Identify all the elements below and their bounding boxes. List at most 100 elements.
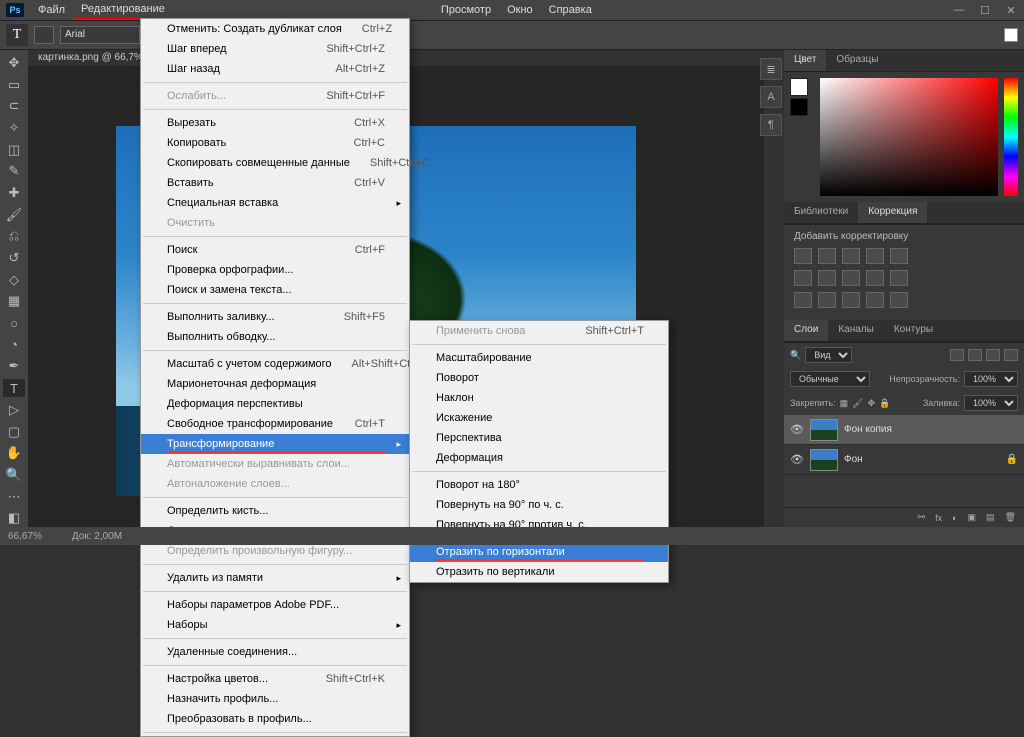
zoom-tool[interactable]: 🔍 (3, 466, 25, 484)
layer-filter-select[interactable]: Вид (805, 347, 852, 363)
menu-item[interactable]: Назначить профиль... (141, 689, 409, 709)
layer-name[interactable]: Фон (844, 454, 863, 465)
dock-para-icon[interactable]: ¶ (760, 114, 782, 136)
adj-threshold-icon[interactable] (842, 292, 860, 308)
menu-item[interactable]: Специальная вставка▸ (141, 193, 409, 213)
tab-swatches[interactable]: Образцы (826, 50, 888, 71)
adj-exposure-icon[interactable] (866, 248, 884, 264)
menu-item[interactable]: Наборы▸ (141, 615, 409, 635)
stamp-tool[interactable]: ⎌ (3, 228, 25, 246)
lasso-tool[interactable]: ⊂ (3, 97, 25, 115)
menu-item[interactable]: Масштаб с учетом содержимогоAlt+Shift+Ct… (141, 354, 409, 374)
adj-photo-icon[interactable] (842, 270, 860, 286)
tab-paths[interactable]: Контуры (884, 320, 943, 341)
dock-char-icon[interactable]: A (760, 86, 782, 108)
menu-item[interactable]: Отменить: Создать дубликат слояCtrl+Z (141, 19, 409, 39)
color-swatch[interactable] (1004, 28, 1018, 42)
menu-item[interactable]: Свободное трансформированиеCtrl+T (141, 414, 409, 434)
menu-item[interactable]: Трансформирование▸ (141, 434, 409, 454)
color-field[interactable] (820, 78, 998, 196)
menu-item[interactable]: Выполнить заливку...Shift+F5 (141, 307, 409, 327)
menu-item[interactable]: Скопировать совмещенные данныеShift+Ctrl… (141, 153, 409, 173)
layer-name[interactable]: Фон копия (844, 424, 892, 435)
visibility-icon[interactable]: 👁 (790, 423, 804, 436)
menu-item[interactable]: Поиск и замена текста... (141, 280, 409, 300)
menu-item[interactable]: Повернуть на 90° по ч. с. (410, 495, 668, 515)
filter-img-icon[interactable] (950, 349, 964, 361)
tab-color[interactable]: Цвет (784, 50, 826, 71)
menu-item[interactable]: Удаленные соединения... (141, 642, 409, 662)
menu-item[interactable]: Наборы параметров Adobe PDF... (141, 595, 409, 615)
font-family-select[interactable]: Arial (60, 26, 140, 44)
brush-tool[interactable]: 🖌 (3, 206, 25, 224)
fg-bg-swatch[interactable]: ◧ (3, 509, 25, 527)
edit-toolbar[interactable]: ⋯ (3, 488, 25, 506)
menu-item[interactable]: Отразить по вертикали (410, 562, 668, 582)
delete-layer-icon[interactable]: 🗑 (1005, 512, 1016, 523)
menu-item[interactable]: ВырезатьCtrl+X (141, 113, 409, 133)
tab-adjustments[interactable]: Коррекция (858, 202, 927, 223)
menu-item[interactable]: Перспектива (410, 428, 668, 448)
adj-poster-icon[interactable] (818, 292, 836, 308)
pen-tool[interactable]: ✒ (3, 358, 25, 376)
blur-tool[interactable]: ○ (3, 314, 25, 332)
adj-selective-icon[interactable] (890, 292, 908, 308)
mask-icon[interactable]: ◐ (952, 513, 957, 523)
menu-item[interactable]: Настройка цветов...Shift+Ctrl+K (141, 669, 409, 689)
adj-lookup-icon[interactable] (890, 270, 908, 286)
menu-item[interactable]: ВставитьCtrl+V (141, 173, 409, 193)
menu-edit[interactable]: Редактирование (73, 0, 173, 20)
filter-shape-icon[interactable] (1004, 349, 1018, 361)
menu-item[interactable]: Деформация (410, 448, 668, 468)
menu-item[interactable]: Искажение (410, 408, 668, 428)
path-tool[interactable]: ▷ (3, 401, 25, 419)
gradient-tool[interactable]: ▦ (3, 293, 25, 311)
hand-tool[interactable]: ✋ (3, 444, 25, 462)
layer-row[interactable]: 👁 Фон 🔒 (784, 445, 1024, 475)
adj-curves-icon[interactable] (842, 248, 860, 264)
lock-move-icon[interactable]: ✥ (868, 398, 876, 409)
menu-item[interactable]: Проверка орфографии... (141, 260, 409, 280)
menu-item[interactable]: Определить кисть... (141, 501, 409, 521)
type-tool[interactable]: T (3, 379, 25, 397)
eyedropper-tool[interactable]: ✎ (3, 162, 25, 180)
crop-tool[interactable]: ◫ (3, 141, 25, 159)
history-brush-tool[interactable]: ↺ (3, 249, 25, 267)
adj-gradmap-icon[interactable] (866, 292, 884, 308)
maximize-button[interactable]: ☐ (972, 1, 998, 19)
document-tab[interactable]: картинка.png @ 66,7% (30, 50, 151, 66)
fx-icon[interactable]: fx (935, 513, 942, 523)
fg-color-swatch[interactable] (790, 78, 808, 96)
close-button[interactable]: ✕ (998, 1, 1024, 19)
lock-paint-icon[interactable]: 🖌 (852, 398, 863, 409)
tab-layers[interactable]: Слои (784, 320, 828, 341)
menu-item[interactable]: Поворот на 180° (410, 475, 668, 495)
adj-brightness-icon[interactable] (794, 248, 812, 264)
menu-item[interactable]: Выполнить обводку... (141, 327, 409, 347)
menu-item[interactable]: ПоискCtrl+F (141, 240, 409, 260)
menu-item[interactable]: Отразить по горизонтали (410, 542, 668, 562)
menu-view[interactable]: Просмотр (433, 1, 499, 19)
tab-libraries[interactable]: Библиотеки (784, 202, 858, 223)
tab-channels[interactable]: Каналы (828, 320, 884, 341)
menu-file[interactable]: Файл (30, 1, 73, 19)
lock-all-icon[interactable]: 🔒 (879, 398, 890, 409)
hue-slider[interactable] (1004, 78, 1018, 196)
link-layers-icon[interactable]: ⚯ (918, 512, 926, 523)
menu-window[interactable]: Окно (499, 1, 541, 19)
menu-item[interactable]: Марионеточная деформация (141, 374, 409, 394)
adj-vibrance-icon[interactable] (890, 248, 908, 264)
tool-preset-icon[interactable]: T (6, 24, 28, 46)
new-group-icon[interactable]: ▣ (968, 512, 977, 523)
bg-color-swatch[interactable] (790, 98, 808, 116)
layer-row[interactable]: 👁 Фон копия (784, 415, 1024, 445)
move-tool[interactable]: ✥ (3, 54, 25, 72)
adj-invert-icon[interactable] (794, 292, 812, 308)
fill-select[interactable]: 100% (964, 395, 1018, 411)
adj-bw-icon[interactable] (818, 270, 836, 286)
dodge-tool[interactable]: ◔ (3, 336, 25, 354)
eraser-tool[interactable]: ◇ (3, 271, 25, 289)
menu-item[interactable]: Шаг назадAlt+Ctrl+Z (141, 59, 409, 79)
dock-history-icon[interactable]: ≣ (760, 58, 782, 80)
new-layer-icon[interactable]: ▤ (986, 512, 995, 523)
